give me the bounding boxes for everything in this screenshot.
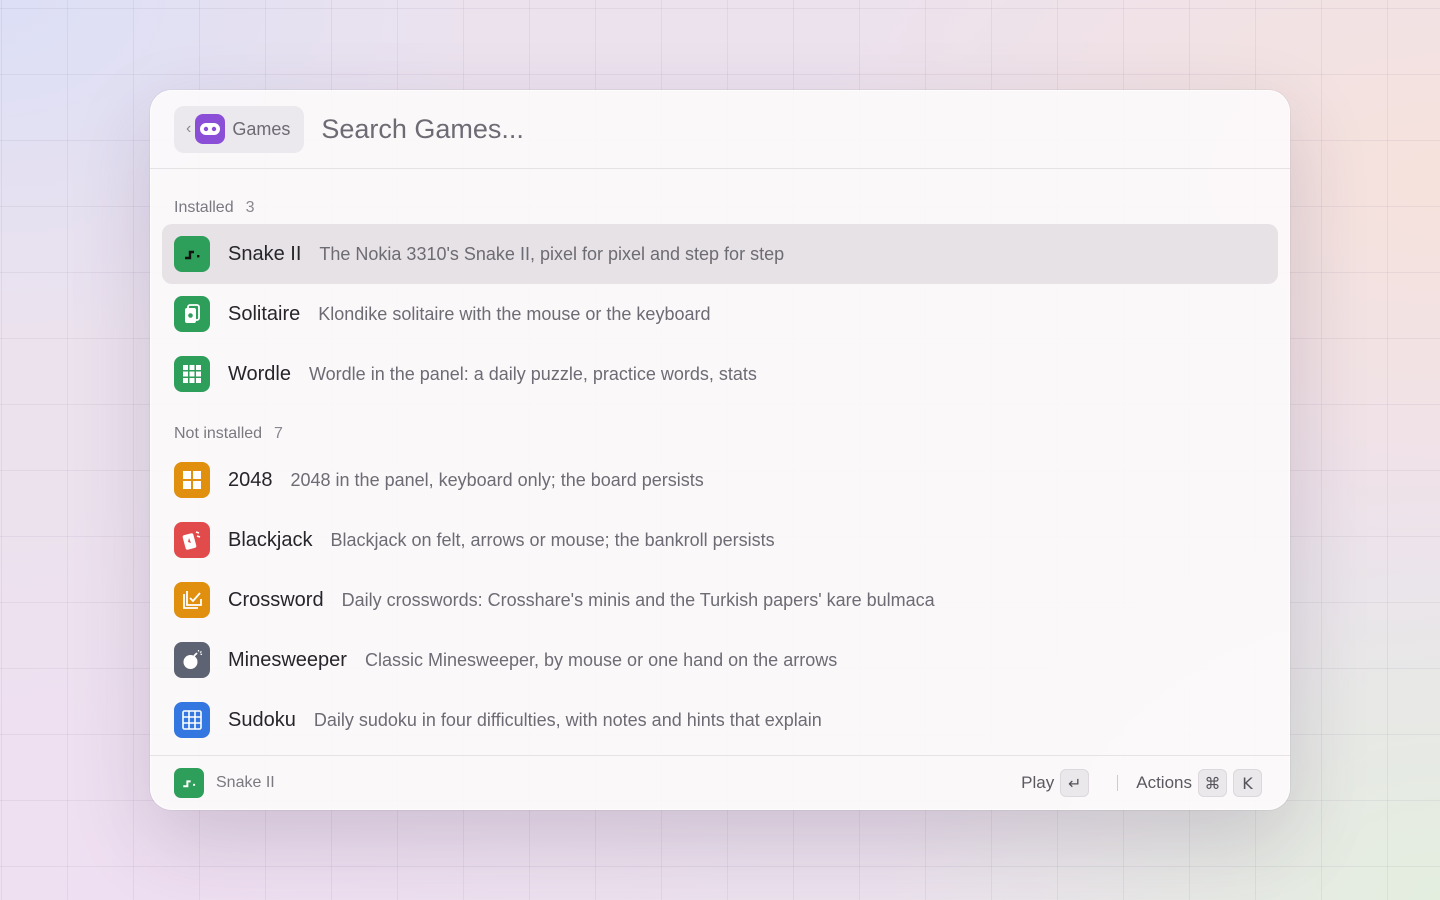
item-title: Crossword [228, 588, 324, 611]
section-count: 3 [245, 199, 255, 216]
item-title: Wordle [228, 362, 291, 385]
list-item-minesweeper[interactable]: Minesweeper Classic Minesweeper, by mous… [162, 630, 1278, 690]
command-key-hint: ⌘ [1198, 769, 1227, 797]
enter-key-hint: ↵ [1060, 769, 1090, 797]
item-subtitle: Daily sudoku in four difficulties, with … [313, 709, 822, 730]
cards-icon [174, 296, 210, 332]
play-button[interactable]: Play [1021, 773, 1054, 793]
item-title: Blackjack [228, 528, 313, 551]
item-title: Solitaire [228, 302, 301, 325]
list-item-snake-ii[interactable]: Snake II The Nokia 3310's Snake II, pixe… [162, 224, 1278, 284]
item-title: Minesweeper [228, 648, 347, 671]
list-item-sudoku[interactable]: Sudoku Daily sudoku in four difficulties… [162, 690, 1278, 750]
selected-item-title: Snake II [216, 774, 275, 791]
item-title: Snake II [228, 242, 302, 265]
k-key-hint: K [1233, 769, 1262, 797]
search-input[interactable] [321, 113, 1022, 145]
list-item-solitaire[interactable]: Solitaire Klondike solitaire with the mo… [162, 284, 1278, 344]
snake-icon [174, 236, 210, 272]
crossword-icon [174, 582, 210, 618]
list-item-wordle[interactable]: Wordle Wordle in the panel: a daily puzz… [162, 344, 1278, 404]
playing-cards-icon [174, 522, 210, 558]
item-subtitle: Classic Minesweeper, by mouse or one han… [364, 649, 838, 670]
section-count: 7 [274, 425, 283, 442]
back-button-label: Games [232, 118, 291, 139]
section-not-installed-header: Not installed 7 [174, 424, 1290, 444]
chevron-left-icon: ‹ [186, 120, 192, 137]
item-title: Sudoku [228, 708, 296, 731]
actions-button[interactable]: Actions [1136, 773, 1192, 793]
grid-icon [174, 356, 210, 392]
item-subtitle: Daily crosswords: Crosshare's minis and … [341, 589, 935, 610]
snake-icon [174, 768, 204, 798]
item-subtitle: The Nokia 3310's Snake II, pixel for pix… [319, 243, 785, 264]
section-label: Installed [174, 199, 234, 216]
item-subtitle: Blackjack on felt, arrows or mouse; the … [330, 529, 775, 550]
item-title: 2048 [228, 468, 273, 491]
games-window: ‹ Games Installed 3 Snake II The Nokia 3… [150, 90, 1290, 810]
item-subtitle: Wordle in the panel: a daily puzzle, pra… [309, 363, 757, 384]
list-item-crossword[interactable]: Crossword Daily crosswords: Crosshare's … [162, 570, 1278, 630]
action-bar: Snake II Play ↵ Actions ⌘ K [150, 755, 1290, 810]
item-subtitle: 2048 in the panel, keyboard only; the bo… [290, 469, 704, 490]
footer-divider [1117, 775, 1119, 791]
bomb-icon [174, 642, 210, 678]
back-button[interactable]: ‹ Games [174, 105, 305, 153]
gamepad-icon [195, 114, 226, 144]
search-header: ‹ Games [150, 90, 1290, 169]
tiles-icon [174, 462, 210, 498]
list-item-2048[interactable]: 2048 2048 in the panel, keyboard only; t… [162, 450, 1278, 510]
item-subtitle: Klondike solitaire with the mouse or the… [318, 303, 711, 324]
section-label: Not installed [174, 425, 263, 442]
section-installed-header: Installed 3 [174, 198, 1290, 218]
list-item-blackjack[interactable]: Blackjack Blackjack on felt, arrows or m… [162, 510, 1278, 570]
footer-actions: Play ↵ Actions ⌘ K [1021, 769, 1290, 797]
sudoku-grid-icon [174, 702, 210, 738]
